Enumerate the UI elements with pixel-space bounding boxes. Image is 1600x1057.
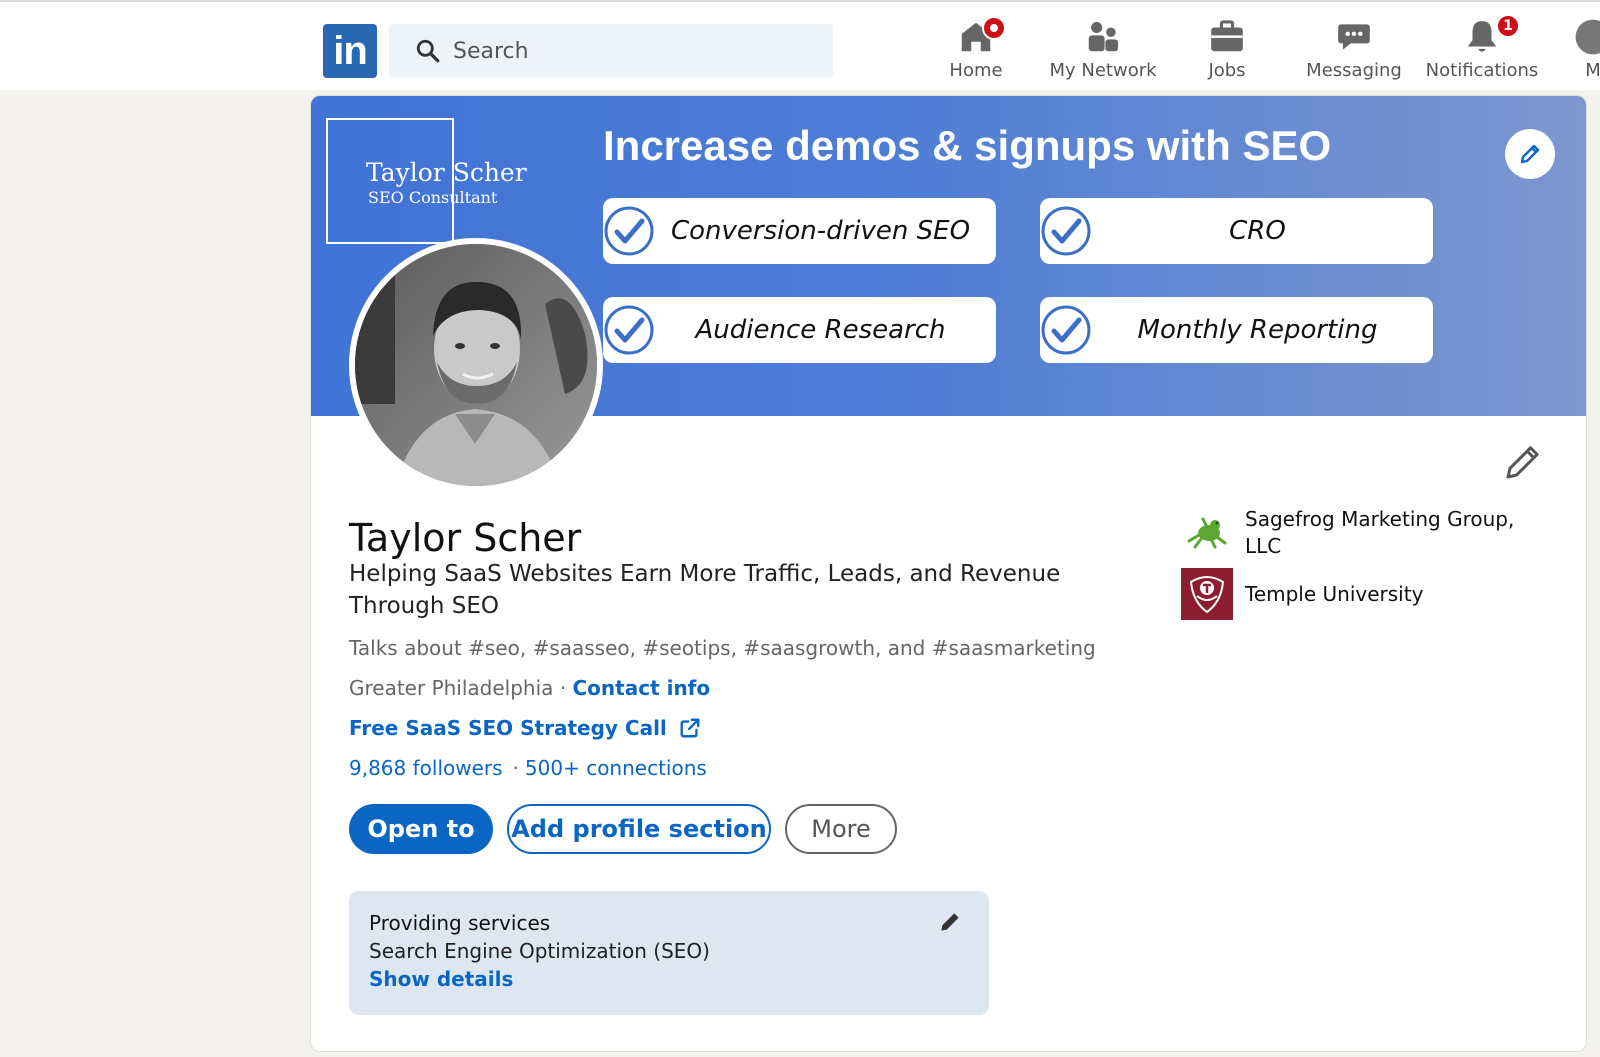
profile-location: Greater Philadelphia: [349, 676, 554, 700]
show-details-link[interactable]: Show details: [369, 967, 513, 991]
edit-services-pencil-icon[interactable]: [937, 909, 963, 935]
nav-notifications-label: Notifications: [1425, 60, 1539, 81]
external-link[interactable]: Free SaaS SEO Strategy Call: [349, 716, 701, 740]
nav-messaging[interactable]: Messaging: [1306, 18, 1402, 88]
nav-jobs[interactable]: Jobs: [1195, 18, 1259, 88]
check-circle-icon: [604, 305, 654, 355]
search-placeholder: Search: [453, 38, 529, 64]
org-current-company[interactable]: Sagefrog Marketing Group, LLC: [1181, 506, 1545, 560]
banner-pill: CRO: [1040, 198, 1433, 264]
banner-pill: Monthly Reporting: [1040, 297, 1433, 363]
linkedin-logo-icon[interactable]: in: [323, 24, 377, 78]
profile-stats: 9,868 followers · 500+ connections: [349, 756, 707, 780]
services-subtitle: Search Engine Optimization (SEO): [369, 939, 710, 963]
banner-pill: Audience Research: [603, 297, 996, 363]
nav-me-label: M: [1585, 60, 1600, 81]
check-circle-icon: [1041, 305, 1091, 355]
briefcase-icon: [1211, 20, 1243, 52]
nav-jobs-label: Jobs: [1208, 60, 1246, 81]
notifications-badge: 1: [1496, 14, 1520, 38]
top-nav: in Search Home My Network Jobs Messaging…: [0, 0, 1600, 90]
nav-home-label: Home: [949, 60, 1003, 81]
services-title: Providing services: [369, 911, 551, 935]
pill-label: Conversion-driven SEO: [670, 216, 971, 246]
nav-my-network-label: My Network: [1049, 60, 1157, 81]
contact-info-link[interactable]: Contact info: [573, 676, 711, 700]
org-education-name: Temple University: [1245, 581, 1424, 606]
profile-photo[interactable]: [349, 238, 603, 492]
banner-pill: Conversion-driven SEO: [603, 198, 996, 264]
network-icon: [1088, 21, 1119, 52]
temple-logo-icon: [1181, 568, 1233, 620]
chat-icon: [1338, 24, 1370, 50]
search-icon: [416, 39, 440, 63]
nav-home[interactable]: Home: [944, 16, 1008, 88]
search-input[interactable]: Search: [389, 24, 833, 78]
followers-link[interactable]: 9,868 followers: [349, 756, 503, 780]
edit-banner-button[interactable]: [1505, 129, 1555, 179]
pill-label: Monthly Reporting: [1137, 315, 1378, 345]
nav-my-network[interactable]: My Network: [1048, 18, 1158, 88]
check-circle-icon: [604, 206, 654, 256]
org-education[interactable]: Temple University: [1181, 568, 1545, 620]
banner-brand-sub: SEO Consultant: [368, 188, 498, 207]
banner-brand-name: Taylor Scher: [366, 158, 527, 187]
nav-notifications[interactable]: 1 Notifications: [1422, 14, 1542, 88]
profile-card: Taylor Scher SEO Consultant Increase dem…: [310, 95, 1587, 1052]
external-link-icon: [680, 718, 700, 738]
pill-label: CRO: [1229, 216, 1286, 246]
profile-talks-about: Talks about #seo, #saasseo, #seotips, #s…: [349, 636, 1096, 660]
external-link-label: Free SaaS SEO Strategy Call: [349, 716, 667, 740]
banner-title: Increase demos & signups with SEO: [603, 122, 1332, 169]
edit-profile-pencil-icon[interactable]: [1503, 442, 1543, 482]
org-current-company-name: Sagefrog Marketing Group, LLC: [1245, 507, 1515, 558]
nav-messaging-label: Messaging: [1306, 60, 1402, 81]
profile-location-row: Greater Philadelphia · Contact info: [349, 676, 710, 700]
home-notification-dot: [982, 16, 1006, 40]
profile-photo-image: [355, 244, 597, 486]
more-button[interactable]: More: [785, 804, 897, 854]
connections-link[interactable]: 500+ connections: [525, 756, 707, 780]
profile-headline: Helping SaaS Websites Earn More Traffic,…: [349, 561, 1061, 619]
location-separator: ·: [553, 676, 573, 700]
stats-separator: ·: [512, 756, 519, 780]
profile-name: Taylor Scher: [349, 516, 582, 560]
pill-label: Audience Research: [695, 315, 946, 345]
brand-box-top: [326, 118, 454, 120]
pencil-icon: [1520, 144, 1540, 164]
check-circle-icon: [1041, 206, 1091, 256]
providing-services-card: Providing services Search Engine Optimiz…: [349, 891, 989, 1015]
add-profile-section-button[interactable]: Add profile section: [507, 804, 771, 854]
avatar-icon: [1575, 19, 1600, 55]
nav-me[interactable]: M: [1574, 18, 1600, 88]
open-to-button[interactable]: Open to: [349, 804, 493, 854]
frog-logo-icon: [1181, 507, 1233, 559]
